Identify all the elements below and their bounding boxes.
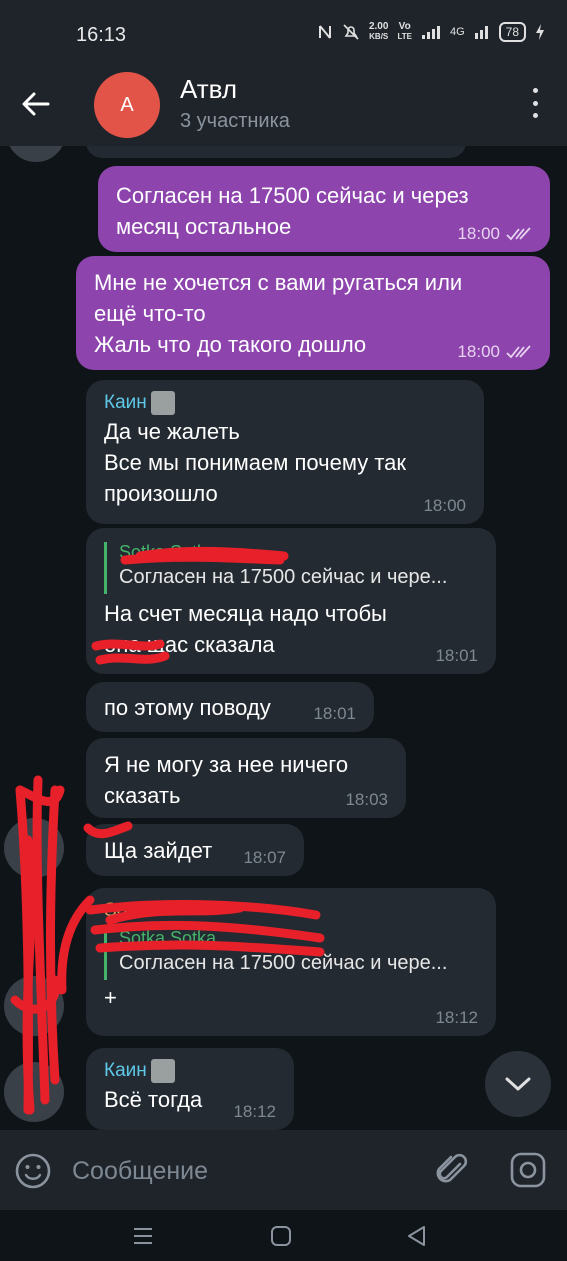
message-meta: 18:01 — [313, 704, 356, 724]
sender-avatar[interactable] — [4, 1062, 64, 1122]
chat-header: А Атвл 3 участника — [0, 66, 567, 146]
status-bar: 16:13 2.00 KB/S Vo LTE 4G 78 — [0, 0, 567, 66]
message-bubble-incoming[interactable]: Sotka Sotka Sotka Согласен на 17500 сейч… — [86, 888, 496, 1036]
message-input[interactable] — [72, 1150, 412, 1192]
net-speed-value: 2.00 — [368, 21, 389, 32]
message-meta: 18:12 — [233, 1102, 276, 1122]
camera-icon[interactable] — [508, 1150, 548, 1190]
sender-name-text: Каин — [104, 1060, 147, 1081]
message-bubble-partial[interactable] — [86, 146, 466, 158]
sender-emoji-icon — [150, 391, 175, 415]
message-text: На счет месяца надо чтобы она щас сказал… — [104, 601, 387, 657]
mute-icon — [343, 24, 359, 40]
sender-name-text: Каин — [104, 392, 147, 413]
message-meta: 18:07 — [243, 848, 286, 868]
message-bubble-incoming[interactable]: Ща зайдет 18:07 — [86, 824, 304, 876]
network-type: 4G — [449, 26, 465, 38]
status-time: 16:13 — [76, 24, 127, 46]
sender-name[interactable]: Каин — [104, 390, 466, 416]
more-menu-icon[interactable] — [531, 88, 539, 118]
emoji-icon[interactable] — [14, 1152, 52, 1190]
reply-text: Согласен на 17500 сейчас и чере... — [119, 952, 448, 974]
message-bubble-outgoing[interactable]: Мне не хочется с вами ругаться или ещё ч… — [76, 256, 550, 370]
double-check-icon — [506, 345, 531, 359]
sender-emoji-icon — [150, 1059, 175, 1083]
chat-subtitle[interactable]: 3 участника — [180, 110, 290, 133]
message-bubble-incoming[interactable]: Каин Да че жалеть Все мы понимаем почему… — [86, 380, 484, 524]
message-meta: 18:03 — [345, 790, 388, 810]
scroll-down-button[interactable] — [485, 1051, 551, 1117]
back-arrow-icon[interactable] — [18, 86, 54, 122]
signal-icon — [421, 26, 440, 39]
chat-area[interactable]: Согласен на 17500 сейчас и через месяц о… — [0, 146, 567, 1130]
status-icons: 2.00 KB/S Vo LTE 4G 78 — [317, 22, 545, 42]
signal-icon-2 — [474, 26, 488, 39]
sender-name[interactable]: Каин — [104, 1058, 276, 1084]
recent-apps-icon[interactable] — [130, 1224, 156, 1248]
message-time: 18:12 — [435, 1008, 478, 1027]
net-speed: 2.00 KB/S — [369, 22, 388, 42]
message-meta: 18:12 — [435, 1008, 478, 1028]
group-avatar[interactable]: А — [94, 72, 160, 138]
sender-avatar[interactable] — [4, 976, 64, 1036]
message-time: 18:03 — [345, 790, 388, 809]
message-bubble-incoming[interactable]: по этому поводу 18:01 — [86, 682, 374, 732]
message-time: 18:01 — [435, 646, 478, 665]
sender-avatar[interactable] — [6, 146, 66, 162]
message-input-bar — [0, 1130, 567, 1210]
nfc-icon — [318, 25, 331, 39]
net-speed-unit: KB/S — [369, 32, 389, 41]
message-meta: 18:00 — [423, 496, 466, 516]
message-meta: 18:01 — [435, 646, 478, 666]
volte-top: Vo — [398, 21, 411, 32]
chat-title[interactable]: Атвл — [180, 74, 237, 105]
paperclip-icon[interactable] — [432, 1150, 472, 1190]
message-time: 18:01 — [313, 704, 356, 723]
message-bubble-incoming[interactable]: Я не могу за нее ничего сказать 18:03 — [86, 738, 406, 818]
reply-quote[interactable]: Sotka Sotka Согласен на 17500 сейчас и ч… — [104, 928, 478, 980]
message-time: 18:00 — [457, 342, 500, 361]
message-text: Да че жалеть Все мы понимаем почему так … — [104, 419, 407, 506]
message-meta: 18:00 — [457, 342, 532, 362]
volte-bottom: LTE — [397, 32, 412, 41]
reply-name: Sotka Sotka — [119, 928, 217, 948]
message-time: 18:00 — [423, 496, 466, 515]
reply-text: Согласен на 17500 сейчас и чере... — [119, 566, 448, 588]
message-text: + — [104, 985, 117, 1010]
back-nav-icon[interactable] — [404, 1224, 430, 1248]
message-time: 18:12 — [233, 1102, 276, 1121]
volte-indicator: Vo LTE — [397, 22, 412, 42]
message-time: 18:00 — [457, 224, 500, 243]
battery-indicator: 78 — [498, 22, 526, 42]
home-icon[interactable] — [268, 1224, 294, 1248]
reply-name: Sotka Sotka — [119, 542, 217, 562]
group-avatar-letter: А — [120, 93, 134, 116]
message-bubble-incoming[interactable]: Sotka Sotka Согласен на 17500 сейчас и ч… — [86, 528, 496, 674]
message-bubble-incoming[interactable]: Каин Всё тогда 18:12 — [86, 1048, 294, 1130]
message-time: 18:07 — [243, 848, 286, 867]
message-bubble-outgoing[interactable]: Согласен на 17500 сейчас и через месяц о… — [98, 166, 550, 252]
charging-icon — [536, 24, 544, 40]
chevron-down-icon — [505, 1077, 531, 1091]
system-nav-bar — [0, 1210, 567, 1261]
sender-avatar[interactable] — [4, 818, 64, 878]
double-check-icon — [506, 227, 531, 241]
reply-quote[interactable]: Sotka Sotka Согласен на 17500 сейчас и ч… — [104, 542, 478, 594]
message-meta: 18:00 — [457, 224, 532, 244]
sender-name[interactable]: Sotka — [104, 898, 478, 924]
sender-name-text: Sotka — [104, 900, 153, 921]
